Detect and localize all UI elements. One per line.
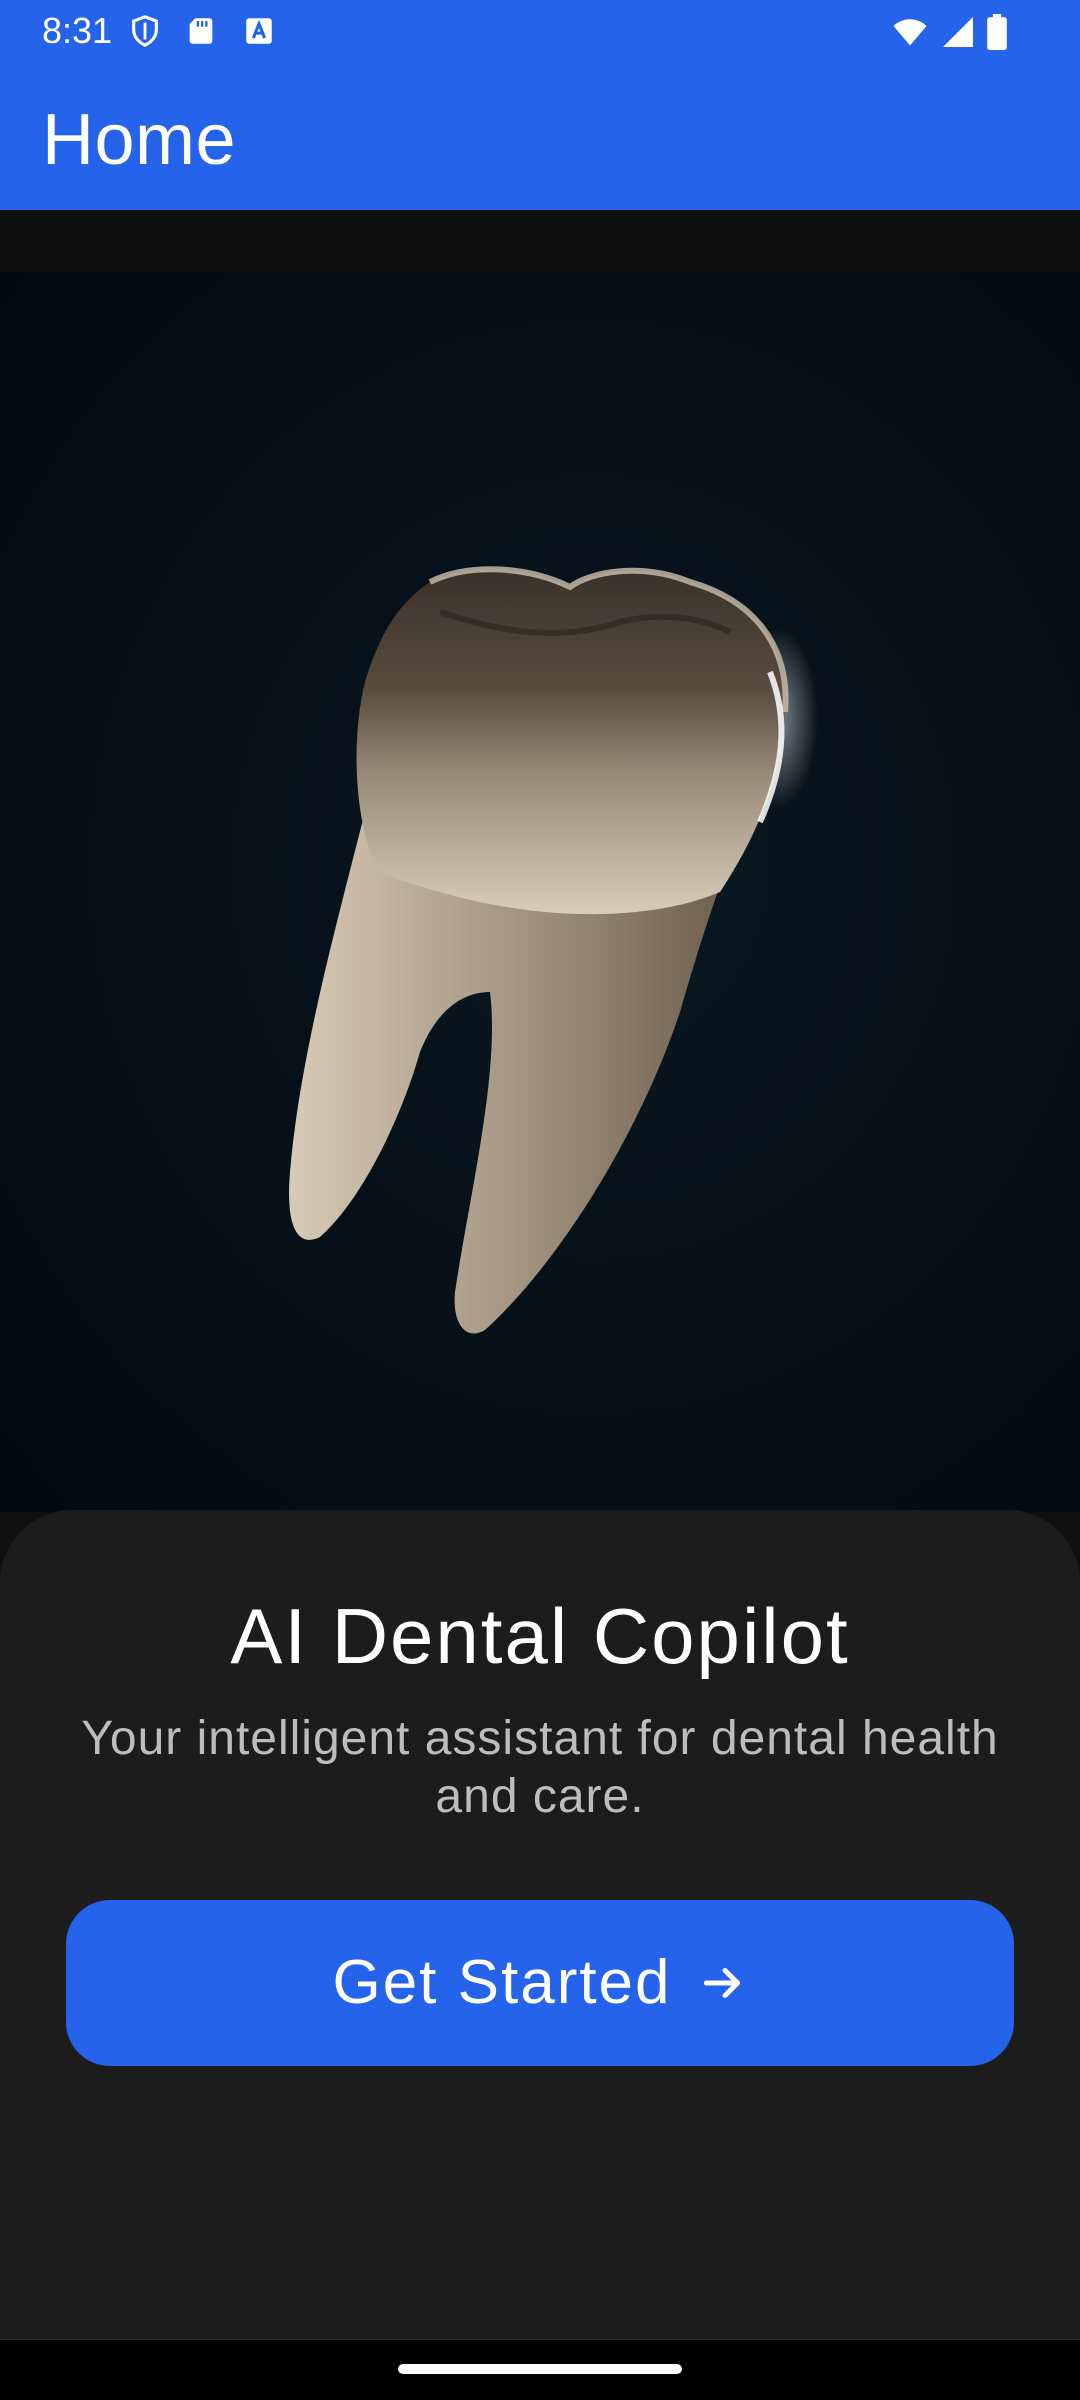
status-bar: 8:31 [0,0,1080,62]
hero-image [0,272,1080,1512]
app-bar: Home [0,62,1080,210]
wifi-icon [893,19,927,46]
divider-strip [0,210,1080,272]
get-started-button[interactable]: Get Started [66,1900,1014,2066]
get-started-label: Get Started [332,1948,672,2017]
arrow-right-icon [703,1968,740,1998]
system-nav-bar [0,2340,1080,2400]
app-name-heading: AI Dental Copilot [230,1592,850,1680]
sd-card-icon [189,18,213,44]
tooth-illustration [289,566,818,1334]
home-indicator[interactable] [398,2364,682,2374]
keyboard-a-icon [246,18,272,44]
bottom-sheet: AI Dental Copilot Your intelligent assis… [0,1510,1080,2340]
shield-icon [132,15,158,47]
battery-icon [987,14,1007,50]
cell-signal-icon [943,17,973,47]
tagline: Your intelligent assistant for dental he… [81,1712,999,1823]
page-title: Home [42,100,237,180]
status-time: 8:31 [42,10,113,51]
screen: 8:31 Home AI Dental Copilot Your intelli… [0,0,1080,2400]
